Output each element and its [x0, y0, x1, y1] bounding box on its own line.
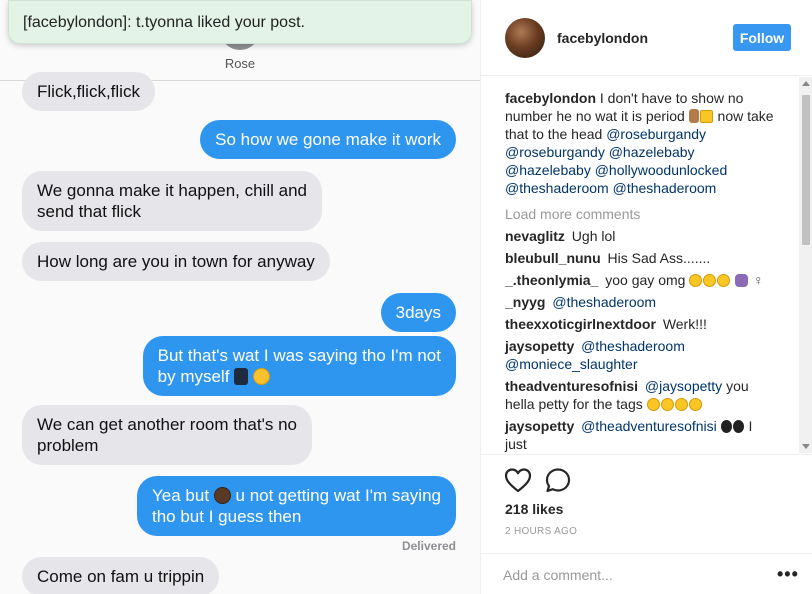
female-sign-icon: ♀ [753, 272, 764, 288]
message-sent: But that's wat I was saying tho I'm not … [142, 336, 456, 396]
message-received: How long are you in town for anyway [22, 242, 330, 281]
hand-emoji-icon [732, 420, 744, 433]
comment: _.theonlymia_ yoo gay omg ♀ [505, 272, 764, 288]
message-received: We can get another room that's no problem [22, 405, 312, 465]
post-actions: 218 likes 2 HOURS AGO ••• [481, 454, 812, 594]
chocolate-emoji-icon [688, 109, 699, 123]
load-more-comments[interactable]: Load more comments [505, 205, 799, 223]
scrollbar-thumb[interactable] [802, 95, 810, 245]
mention-link[interactable]: @theshaderoom [505, 180, 609, 196]
laughing-emoji-icon [703, 274, 717, 287]
mention-link[interactable]: @roseburgandy [606, 126, 706, 142]
scroll-down-arrow-icon[interactable] [802, 444, 810, 449]
mug-emoji-icon [699, 110, 713, 123]
comment-username[interactable]: theexxoticgirlnextdoor [505, 316, 656, 332]
mention-link[interactable]: @theadventuresofnisi [581, 418, 717, 434]
more-options-icon[interactable]: ••• [777, 564, 799, 585]
comment-icon[interactable] [543, 465, 573, 495]
comment-username[interactable]: nevaglitz [505, 228, 565, 244]
message-sent: 3days [380, 293, 456, 332]
comment: theexxoticgirlnextdoor Werk!!! [505, 316, 707, 332]
mention-link[interactable]: @hazelebaby [609, 144, 695, 160]
chat-screenshot: Rose Flick,flick,flick So how we gone ma… [0, 0, 480, 594]
post-username[interactable]: facebylondon [557, 30, 648, 46]
laughing-emoji-icon [689, 274, 703, 287]
heart-icon[interactable] [503, 465, 533, 495]
post-timestamp[interactable]: 2 HOURS AGO [505, 526, 577, 537]
message-received: Come on fam u trippin [22, 557, 220, 594]
laughing-emoji-icon [646, 398, 660, 411]
delivered-status: Delivered [401, 539, 456, 553]
scroll-up-arrow-icon[interactable] [802, 81, 810, 86]
comment-input[interactable] [503, 563, 753, 587]
comment-username[interactable]: bleubull_nunu [505, 250, 601, 266]
mention-link[interactable]: @hazelebaby [505, 162, 591, 178]
mention-link[interactable]: @theshaderoom [613, 180, 717, 196]
laughing-emoji-icon [717, 274, 731, 287]
follow-button[interactable]: Follow [733, 24, 791, 51]
message-sent: Yea but u not getting wat I'm saying tho… [137, 476, 456, 536]
comment-username[interactable]: _.theonlymia_ [505, 272, 598, 288]
comment: bleubull_nunu His Sad Ass....... [505, 250, 711, 266]
comment: _nyyg @theshaderoom [505, 293, 775, 311]
mention-link[interactable]: @hollywoodunlocked [595, 162, 728, 178]
notification-banner[interactable]: [facebylondon]: t.tyonna liked your post… [8, 0, 472, 44]
post-side-panel: facebylondon Follow facebylondon I don't… [480, 0, 812, 594]
notification-text: [facebylondon]: t.tyonna liked your post… [23, 14, 305, 31]
mention-link[interactable]: @roseburgandy [505, 144, 605, 160]
dancer-emoji-icon [234, 368, 249, 385]
comment-username[interactable]: jaysopetty [505, 338, 574, 354]
laughing-emoji-icon [660, 398, 674, 411]
mention-link[interactable]: @theshaderoom [581, 338, 685, 354]
message-sent: So how we gone make it work [200, 120, 456, 159]
post-caption: facebylondon I don't have to show no num… [505, 90, 774, 196]
laughing-emoji-icon [688, 398, 702, 411]
comment: nevaglitz Ugh lol [505, 228, 616, 244]
comment: theadventuresofnisi @jaysopetty you hell… [505, 378, 749, 412]
comment-username[interactable]: theadventuresofnisi [505, 378, 638, 394]
add-comment-bar: ••• [481, 553, 812, 594]
caption-username[interactable]: facebylondon [505, 90, 596, 106]
man-face-emoji-icon [213, 487, 231, 504]
message-received: Flick,flick,flick [22, 72, 155, 111]
profile-avatar[interactable] [505, 18, 545, 58]
mention-link[interactable]: @moniece_slaughter [505, 356, 638, 372]
likes-count[interactable]: 218 likes [505, 501, 563, 517]
comments-scrollbar[interactable] [799, 77, 812, 453]
contact-name: Rose [224, 56, 256, 71]
mention-link[interactable]: @jaysopetty [645, 378, 722, 394]
comment-username[interactable]: jaysopetty [505, 418, 574, 434]
woman-facepalm-emoji-icon [735, 274, 749, 287]
comment-username[interactable]: _nyyg [505, 294, 545, 310]
post-header: facebylondon Follow [481, 0, 812, 76]
tired-face-emoji-icon [252, 368, 270, 385]
laughing-emoji-icon [674, 398, 688, 411]
message-received: We gonna make it happen, chill and send t… [22, 171, 322, 231]
comment: jaysopetty @theadventuresofnisi I just [505, 418, 753, 452]
comment: jaysopetty @theshaderoom @moniece_slaugh… [505, 337, 775, 373]
hand-emoji-icon [720, 420, 732, 433]
mention-link[interactable]: @theshaderoom [552, 294, 656, 310]
comments-list: facebylondon I don't have to show no num… [481, 77, 799, 453]
